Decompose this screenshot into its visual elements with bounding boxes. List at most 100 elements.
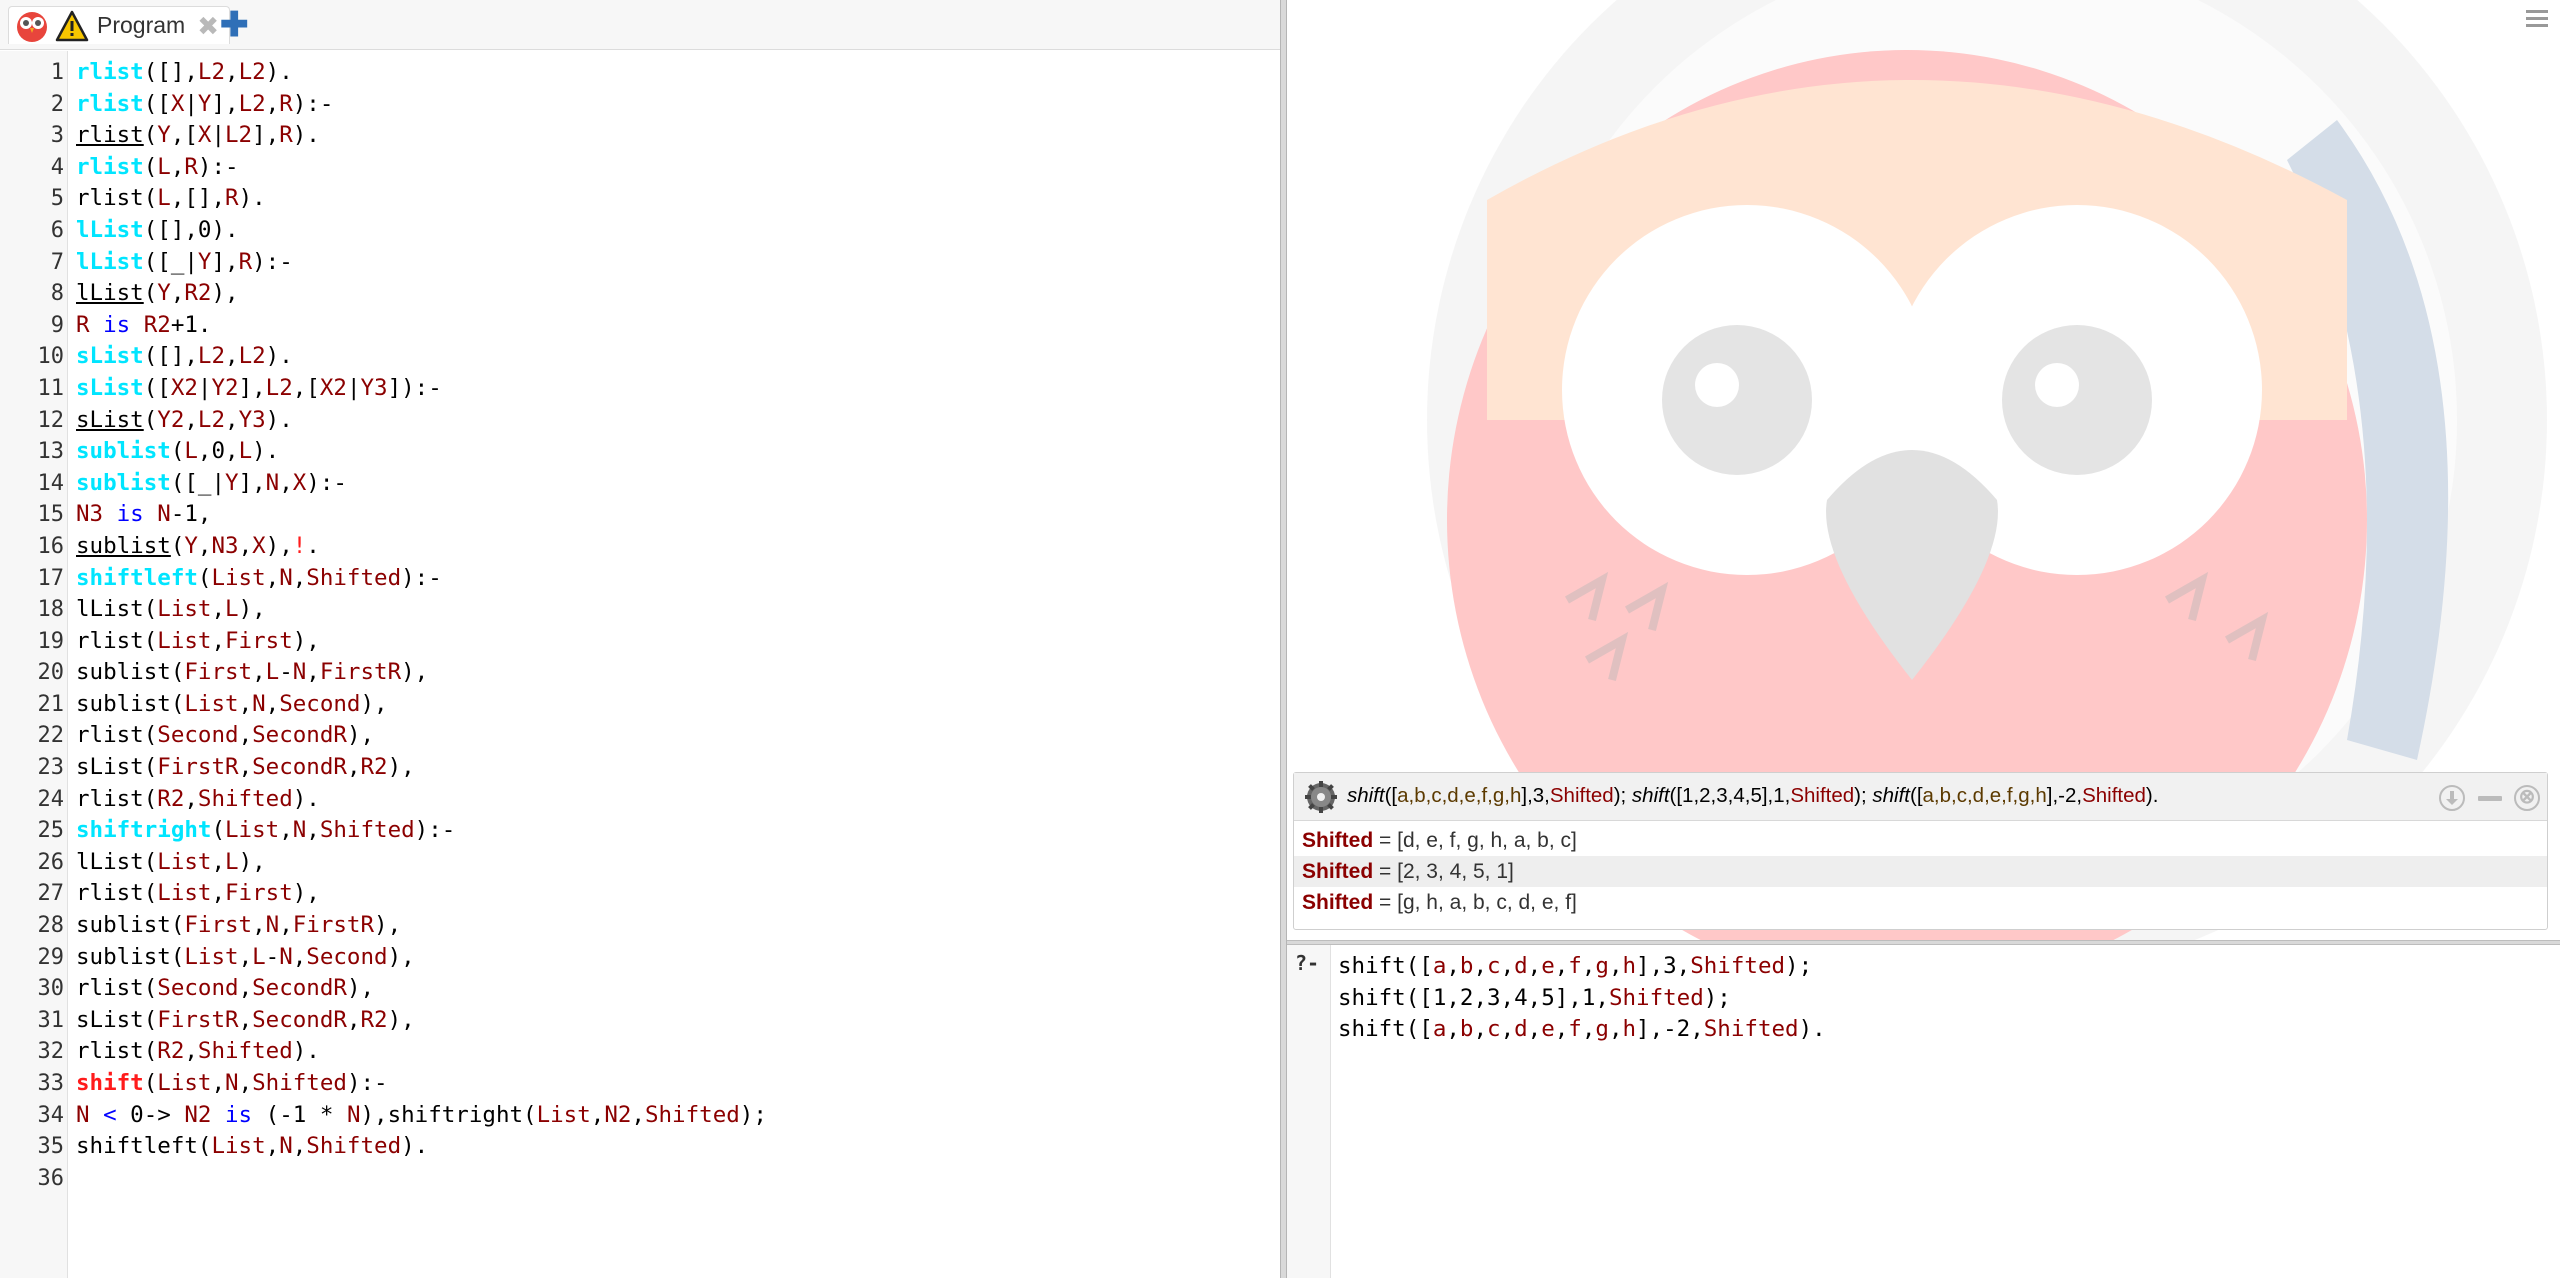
code-token: N — [225, 1070, 239, 1096]
code-token: , — [1446, 953, 1460, 979]
code-token: L2 — [197, 406, 226, 433]
code-token: X2 — [319, 374, 347, 401]
code-token: | — [197, 374, 212, 401]
query-prompt: ?- — [1295, 951, 1320, 975]
code-token: , — [1527, 1016, 1542, 1043]
code-token: lList( — [76, 848, 158, 875]
query-token: Shifted — [1790, 784, 1855, 807]
code-token: SecondR — [252, 1006, 347, 1033]
line-content: sList(FirstR,SecondR,R2), — [76, 1005, 415, 1037]
code-token: ], — [238, 469, 266, 496]
code-token: , — [279, 469, 293, 496]
code-token: e — [1541, 953, 1555, 979]
code-token: N — [279, 1133, 293, 1160]
code-token: N — [265, 912, 280, 939]
code-token: List — [211, 564, 266, 591]
code-token: ), — [387, 754, 415, 781]
code-token: Shifted — [197, 1038, 293, 1065]
code-token: , — [292, 1133, 307, 1160]
code-token: , — [211, 880, 226, 907]
answer-value: = [d, e, f, g, h, a, b, c] — [1373, 829, 1577, 852]
query-token: Shifted — [2082, 784, 2146, 807]
code-token: List — [157, 627, 212, 654]
code-token: Second — [306, 943, 388, 970]
line-number: 11 — [37, 375, 65, 401]
gear-icon[interactable] — [1304, 780, 1338, 814]
warning-icon — [55, 10, 89, 42]
code-token: +1. — [170, 311, 212, 338]
code-token: sublist — [76, 532, 171, 559]
tab-program[interactable]: Program ✖ — [8, 6, 230, 44]
code-line: 28 sublist(First,N,FirstR), — [0, 910, 1280, 942]
code-token: ):- — [292, 90, 334, 117]
code-token: List — [157, 596, 212, 623]
code-token: L — [184, 438, 198, 465]
code-token: - — [279, 659, 293, 686]
code-token: List — [157, 1070, 212, 1096]
code-token: List — [536, 1101, 591, 1128]
query-editor[interactable]: ?- shift([a,b,c,d,e,f,g,h],3,Shifted); sh… — [1287, 945, 2560, 1278]
line-number: 18 — [37, 597, 65, 623]
code-editor[interactable]: 1 rlist([],L2,L2). 2 rlist([X|Y],L2,R):- 3 rl… — [0, 51, 1280, 1278]
code-token: ). — [292, 122, 320, 149]
code-token: (-1 * — [252, 1101, 347, 1128]
code-line: 5 rlist(L,[],R). — [0, 183, 1280, 215]
line-content: rlist(R2,Shifted). — [76, 1036, 320, 1068]
line-content: sublist(First,N,FirstR), — [76, 910, 401, 942]
code-token: rlist — [76, 59, 144, 85]
add-tab-icon[interactable]: ✚ — [220, 8, 249, 42]
code-line: 16 sublist(Y,N3,X),!. — [0, 531, 1280, 563]
vertical-split-handle[interactable] — [1280, 0, 1287, 1278]
code-token: ( — [170, 438, 185, 465]
code-token: List — [184, 690, 239, 717]
menu-hamburger-icon[interactable] — [2526, 10, 2548, 30]
code-token: ); — [739, 1101, 767, 1128]
code-token: a — [1432, 953, 1447, 979]
code-line: 21 sublist(List,N,Second), — [0, 689, 1280, 721]
code-token: , — [252, 659, 266, 686]
code-token: Shifted — [252, 1070, 347, 1096]
code-token: ):- — [414, 817, 456, 844]
code-token: , — [238, 754, 253, 781]
code-token: Shifted — [1608, 984, 1704, 1011]
code-token: Y2 — [211, 374, 239, 401]
code-token: shift([ — [1338, 953, 1433, 979]
line-number: 13 — [37, 439, 65, 465]
code-token: , — [184, 785, 198, 812]
code-token: g — [1595, 953, 1609, 979]
code-token: Y2 — [157, 406, 185, 433]
close-icon[interactable]: ⊗ — [2514, 785, 2540, 811]
code-token: sList( — [76, 754, 158, 781]
code-token: , — [238, 1070, 253, 1096]
code-line: 19 rlist(List,First), — [0, 626, 1280, 658]
code-token: L2 — [197, 59, 226, 85]
code-token: < — [103, 1101, 117, 1128]
line-content: shiftleft(List,N,Shifted):- — [76, 563, 442, 595]
code-token: , — [238, 532, 253, 559]
code-line: 33 shift(List,N,Shifted):- — [0, 1068, 1280, 1100]
code-token: ),shiftright( — [360, 1101, 537, 1128]
code-token: N — [292, 659, 307, 686]
line-number: 28 — [37, 913, 65, 939]
code-token: lList( — [76, 596, 158, 623]
code-token: ); — [1703, 984, 1731, 1011]
code-token: sList( — [76, 1006, 158, 1033]
code-token: R2 — [157, 785, 185, 812]
code-token: N — [76, 1101, 90, 1128]
line-number: 30 — [37, 976, 65, 1002]
code-token: h — [1622, 953, 1637, 979]
code-token: ([ — [143, 90, 171, 117]
code-token: sublist( — [76, 912, 185, 939]
code-token: d — [1514, 953, 1528, 979]
code-token: b — [1459, 1016, 1474, 1043]
download-icon[interactable] — [2439, 785, 2465, 811]
tab-close-icon[interactable]: ✖ — [197, 13, 219, 39]
code-token: ,[], — [170, 185, 226, 212]
line-number: 1 — [50, 60, 64, 85]
minimize-icon[interactable] — [2478, 796, 2502, 801]
code-token: ,[ — [292, 374, 320, 401]
code-token: Y — [197, 248, 212, 275]
line-content: rlist(L,R):- — [76, 152, 239, 184]
line-number: 6 — [50, 217, 64, 243]
